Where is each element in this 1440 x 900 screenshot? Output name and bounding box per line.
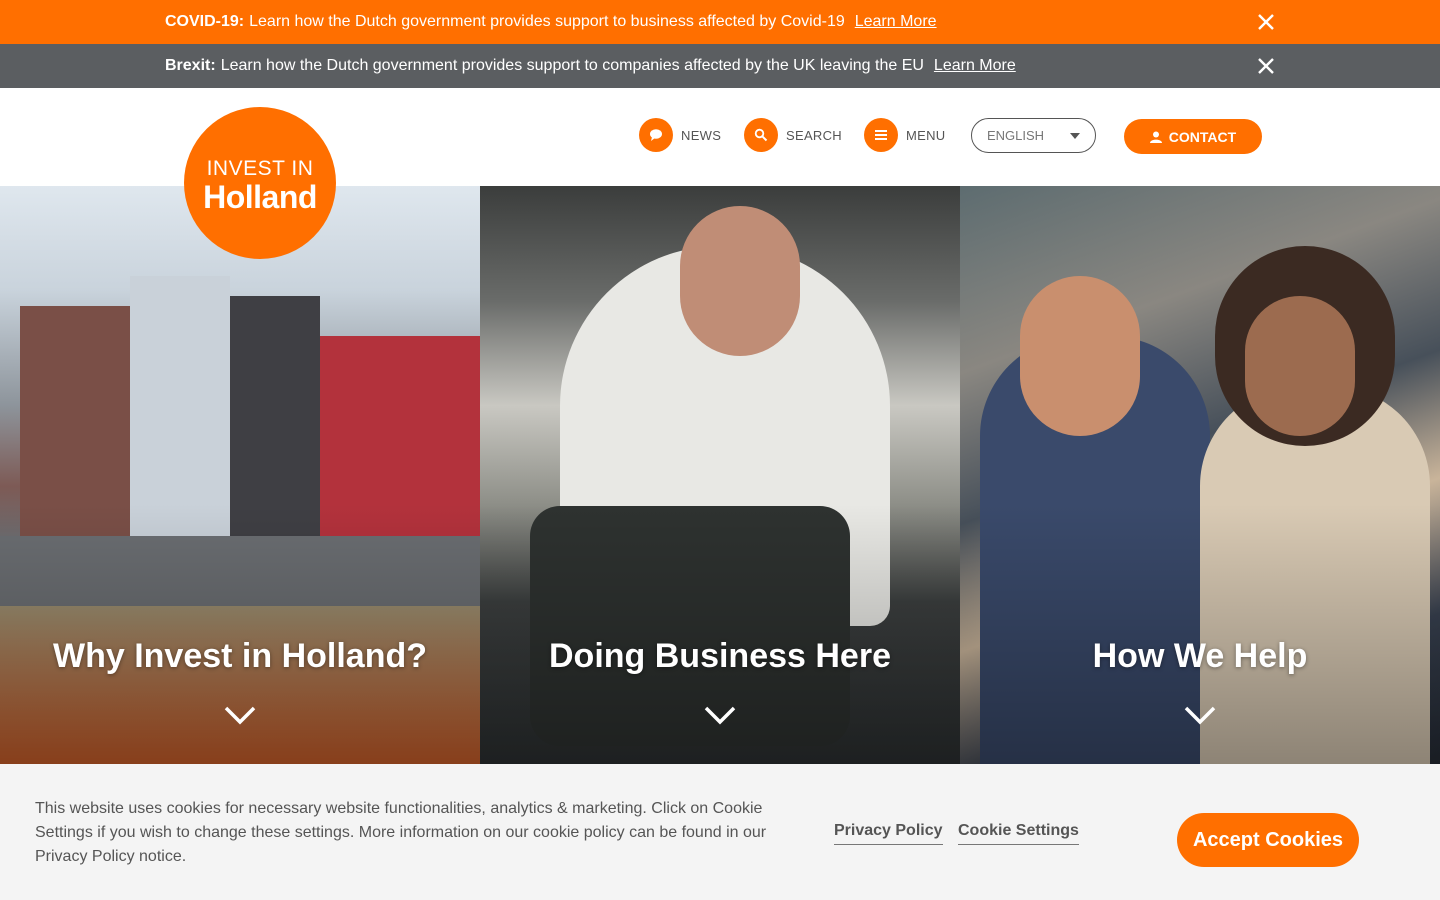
nav-menu[interactable]: MENU: [864, 118, 945, 152]
contact-button-label: CONTACT: [1168, 128, 1237, 145]
nav-search-label: SEARCH: [786, 127, 842, 143]
why-invest-panel[interactable]: Why Invest in Holland?: [0, 186, 480, 764]
close-icon[interactable]: [1256, 56, 1276, 76]
speech-bubble-icon: [639, 118, 673, 152]
chevron-down-icon[interactable]: [1184, 705, 1216, 725]
brexit-banner-label: Brexit:: [165, 57, 216, 74]
panel-shade: [960, 186, 1440, 764]
nav-news[interactable]: NEWS: [639, 118, 721, 152]
covid-learn-more-link[interactable]: Learn More: [855, 13, 937, 31]
invest-in-holland-logo[interactable]: INVEST IN Holland: [184, 107, 336, 259]
covid-banner-text: Learn how the Dutch government provides …: [249, 13, 845, 30]
logo-line2: Holland: [203, 179, 317, 215]
brexit-learn-more-link[interactable]: Learn More: [934, 57, 1016, 75]
search-icon: [744, 118, 778, 152]
brexit-banner: Brexit: Learn how the Dutch government p…: [0, 44, 1440, 88]
chevron-down-icon[interactable]: [224, 705, 256, 725]
language-select[interactable]: ENGLISH: [971, 118, 1096, 153]
cookie-settings-link[interactable]: Cookie Settings: [958, 822, 1079, 845]
panel-title: How We Help: [1092, 637, 1308, 675]
brexit-banner-text: Learn how the Dutch government provides …: [220, 57, 924, 74]
covid-banner: COVID-19: Learn how the Dutch government…: [0, 0, 1440, 44]
close-icon[interactable]: [1256, 12, 1276, 32]
nav-search[interactable]: SEARCH: [744, 118, 842, 152]
logo-line1: INVEST IN: [206, 157, 314, 180]
nav-news-label: NEWS: [681, 127, 722, 143]
caret-down-icon: [1070, 133, 1080, 139]
how-we-help-panel[interactable]: How We Help: [960, 186, 1440, 764]
panel-shade: [480, 186, 960, 764]
panel-title: Doing Business Here: [549, 637, 891, 675]
panel-title: Why Invest in Holland?: [52, 637, 428, 675]
covid-banner-content: COVID-19: Learn how the Dutch government…: [165, 13, 937, 31]
cookie-notice-text: This website uses cookies for necessary …: [35, 800, 767, 865]
brexit-banner-content: Brexit: Learn how the Dutch government p…: [165, 57, 1016, 75]
contact-button[interactable]: CONTACT: [1124, 119, 1262, 154]
language-select-value: ENGLISH: [987, 128, 1045, 143]
covid-banner-label: COVID-19:: [165, 13, 245, 30]
privacy-policy-link[interactable]: Privacy Policy: [834, 822, 943, 845]
panel-shade: [0, 186, 480, 764]
doing-business-panel[interactable]: Doing Business Here: [480, 186, 960, 764]
accept-cookies-button[interactable]: Accept Cookies: [1177, 813, 1359, 867]
chevron-down-icon[interactable]: [704, 705, 736, 725]
user-icon: [1149, 131, 1162, 143]
cookie-banner: This website uses cookies for necessary …: [0, 764, 1440, 900]
hamburger-icon: [864, 118, 898, 152]
nav-menu-label: MENU: [906, 127, 946, 143]
